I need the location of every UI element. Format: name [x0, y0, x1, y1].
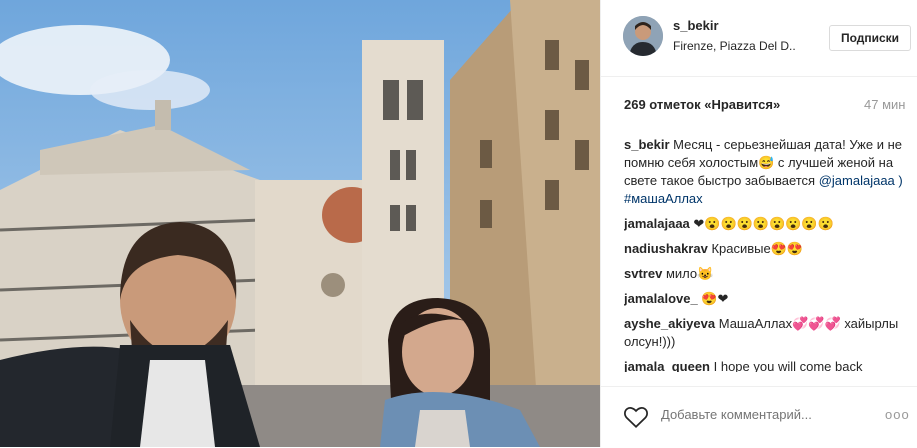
post-time[interactable]: 47 мин — [864, 97, 905, 112]
comment-text: ❤😮😮😮😮😮😮😮😮 — [693, 216, 834, 231]
comment-text: Красивые😍😍 — [711, 241, 804, 256]
list-item: svtrev мило😺 — [624, 265, 909, 283]
post-photo[interactable] — [0, 0, 600, 447]
comment-username[interactable]: jamalalove_ — [624, 291, 698, 306]
list-item: nadiushakrav Красивые😍😍 — [624, 240, 909, 258]
instagram-post: s_bekir Firenze, Piazza Del D.. Подписки… — [0, 0, 917, 447]
likes-count[interactable]: 269 отметок «Нравится» — [624, 97, 780, 112]
comment-username[interactable]: jamala_queen — [624, 359, 710, 372]
comment-text: I hope you will come back — [713, 359, 863, 372]
heart-icon[interactable] — [623, 405, 649, 429]
comment-username[interactable]: svtrev — [624, 266, 662, 281]
comment-username[interactable]: nadiushakrav — [624, 241, 708, 256]
following-button[interactable]: Подписки — [829, 25, 911, 51]
comment-footer: ooo — [601, 386, 917, 448]
post-location[interactable]: Firenze, Piazza Del D.. — [673, 39, 796, 53]
post-header: s_bekir Firenze, Piazza Del D.. Подписки — [601, 0, 917, 77]
comment-username[interactable]: jamalajaaa — [624, 216, 690, 231]
avatar[interactable] — [623, 16, 663, 56]
comment-input[interactable] — [661, 407, 866, 422]
post-author-username[interactable]: s_bekir — [673, 18, 719, 33]
list-item: ayshe_akiyeva МашаАллах💞💞💞 хайырлы олсун… — [624, 315, 909, 351]
list-item: jamalajaaa ❤😮😮😮😮😮😮😮😮 — [624, 215, 909, 233]
avatar-image — [623, 16, 663, 56]
caption-comment: s_bekir Месяц - серьезнейшая дата! Уже и… — [624, 136, 909, 208]
comment-text: мило😺 — [665, 266, 714, 281]
list-item: jamalalove_ 😍❤ — [624, 290, 909, 308]
comment-username[interactable]: s_bekir — [624, 137, 670, 152]
comment-text: 😍❤ — [701, 291, 729, 306]
comment-username[interactable]: ayshe_akiyeva — [624, 316, 715, 331]
list-item: jamala_queen I hope you will come back — [624, 358, 909, 372]
mention-link[interactable]: @jamalajaaa — [819, 173, 895, 188]
more-options-icon[interactable]: ooo — [885, 407, 910, 422]
post-sidebar: s_bekir Firenze, Piazza Del D.. Подписки… — [600, 0, 917, 447]
comment-list: s_bekir Месяц - серьезнейшая дата! Уже и… — [624, 136, 909, 372]
florence-selfie-image — [0, 0, 600, 447]
